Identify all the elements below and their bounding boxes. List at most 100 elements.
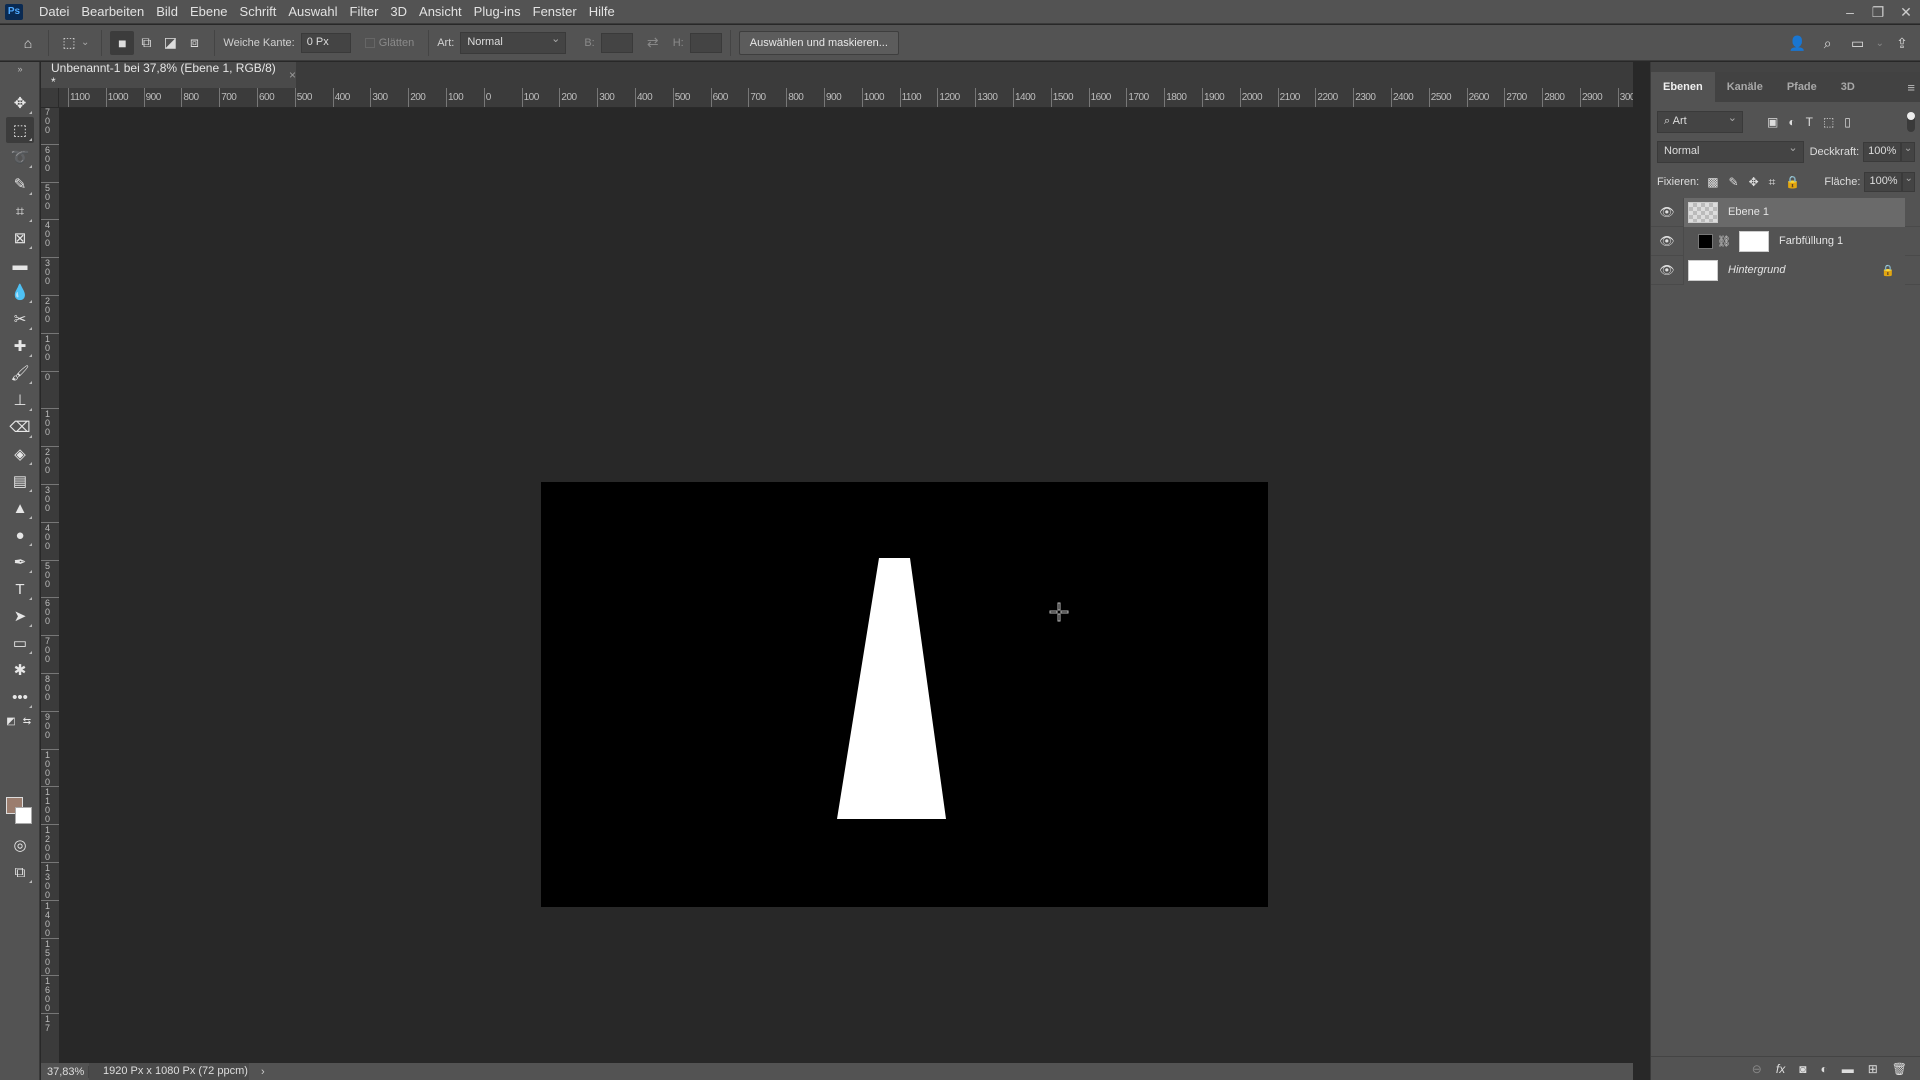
menu-fenster[interactable]: Fenster (527, 0, 583, 24)
quick-mask-icon[interactable]: ◎ (6, 832, 34, 858)
quick-selection-tool-icon[interactable]: ✎ (6, 171, 34, 197)
layer-row[interactable]: 👁 Hintergrund 🔒 (1651, 255, 1920, 285)
type-tool-icon[interactable]: T (6, 576, 34, 602)
brush-tool-icon[interactable]: 🖌 (6, 360, 34, 386)
eyedropper-tool-icon[interactable]: 💧 (6, 279, 34, 305)
layer-row[interactable]: 👁 ⛓ Farbfüllung 1 (1651, 226, 1920, 256)
rectangular-marquee-tool-icon[interactable]: ⬚ (6, 117, 34, 143)
menu-ebene[interactable]: Ebene (184, 0, 234, 24)
export-share-icon[interactable]: ⇪ (1890, 31, 1914, 55)
paint-bucket-tool-icon[interactable]: ◈ (6, 441, 34, 467)
rectangle-tool-icon[interactable]: ▭ (6, 630, 34, 656)
filter-shape-icon[interactable]: ⬚ (1823, 115, 1834, 129)
close-document-icon[interactable]: × (289, 68, 296, 82)
default-colors-icon[interactable]: ◩ (4, 714, 18, 728)
link-chain-icon[interactable]: ⛓ (1717, 235, 1731, 248)
clone-stamp-tool-icon[interactable]: ⊥ (6, 387, 34, 413)
select-and-mask-button[interactable]: Auswählen und maskieren... (738, 30, 899, 55)
menu-plugins[interactable]: Plug-ins (468, 0, 527, 24)
path-selection-tool-icon[interactable]: ➤ (6, 603, 34, 629)
menu-3d[interactable]: 3D (384, 0, 413, 24)
minimize-button[interactable]: – (1836, 0, 1864, 24)
background-color-swatch[interactable] (15, 807, 32, 824)
ruler-corner[interactable] (41, 88, 59, 108)
dodge-tool-icon[interactable]: ● (6, 522, 34, 548)
eraser-tool-icon[interactable]: ⌫ (6, 414, 34, 440)
visibility-eye-icon[interactable]: 👁 (1651, 234, 1683, 248)
visibility-eye-icon[interactable]: 👁 (1651, 205, 1683, 219)
feather-input[interactable]: 0 Px (300, 32, 351, 53)
fill-input[interactable]: 100% (1864, 172, 1903, 192)
gradient-tool-icon[interactable]: ▤ (6, 468, 34, 494)
menu-bearbeiten[interactable]: Bearbeiten (75, 0, 150, 24)
menu-datei[interactable]: Datei (33, 0, 75, 24)
collapse-icon[interactable]: » (6, 64, 34, 74)
zoom-level[interactable]: 37,83% (41, 1065, 89, 1078)
opacity-input[interactable]: 100% (1863, 142, 1902, 162)
workspace-icon[interactable]: ▭ (1846, 31, 1870, 55)
share-user-icon[interactable]: 👤 (1786, 31, 1810, 55)
puppet-warp-icon[interactable]: ✱ (6, 657, 34, 683)
lock-artboard-icon[interactable]: ⌗ (1769, 175, 1776, 190)
pen-tool-icon[interactable]: ✒ (6, 549, 34, 575)
filter-pixel-icon[interactable]: ▣ (1767, 115, 1778, 129)
home-icon[interactable]: ⌂ (16, 31, 40, 55)
document-tab[interactable]: Unbenannt-1 bei 37,8% (Ebene 1, RGB/8) *… (41, 61, 296, 89)
screen-mode-icon[interactable]: ⧉ (6, 859, 34, 885)
move-tool-icon[interactable]: ✥ (6, 90, 34, 116)
chevron-down-icon[interactable]: ⌄ (1876, 38, 1884, 49)
swap-colors-icon[interactable]: ⇆ (20, 714, 34, 728)
new-group-icon[interactable]: ▬ (1842, 1062, 1854, 1076)
lasso-tool-icon[interactable]: ➰ (6, 144, 34, 170)
intersect-selection-icon[interactable]: ⧈ (182, 31, 206, 55)
marquee-preset-icon[interactable]: ⬚ (57, 31, 81, 55)
new-layer-icon[interactable]: ⊞ (1868, 1062, 1878, 1076)
menu-hilfe[interactable]: Hilfe (583, 0, 621, 24)
panel-collapse-bar[interactable] (1651, 62, 1920, 72)
layer-row[interactable]: 👁 Ebene 1 (1651, 197, 1920, 227)
lock-icon[interactable]: 🔒 (1881, 264, 1895, 277)
style-select[interactable]: Normal (460, 31, 567, 54)
link-layers-icon[interactable]: ⊖ (1752, 1062, 1762, 1076)
tab-pfade[interactable]: Pfade (1775, 72, 1829, 102)
add-selection-icon[interactable]: ⧉ (134, 31, 158, 55)
filter-smartobject-icon[interactable]: ▯ (1844, 115, 1851, 129)
healing-brush-tool-icon[interactable]: ✚ (6, 333, 34, 359)
width-input[interactable] (600, 32, 633, 53)
chevron-down-icon[interactable]: ⌄ (81, 37, 89, 48)
antialias-checkbox[interactable] (364, 37, 375, 48)
add-mask-icon[interactable]: ◙ (1799, 1062, 1806, 1076)
fx-icon[interactable]: fx (1776, 1062, 1785, 1076)
lock-transparency-icon[interactable]: ▩ (1707, 175, 1718, 190)
ruler-tool-icon[interactable]: ▬ (6, 252, 34, 278)
fill-dropdown-icon[interactable]: ⌄ (1902, 172, 1915, 192)
new-selection-icon[interactable]: ■ (110, 30, 135, 55)
tab-3d[interactable]: 3D (1829, 72, 1867, 102)
restore-button[interactable]: ❐ (1864, 0, 1892, 24)
close-window-button[interactable]: ✕ (1892, 0, 1920, 24)
fill-color-thumbnail[interactable] (1698, 233, 1713, 249)
lock-pixels-icon[interactable]: ✎ (1729, 175, 1739, 190)
lock-position-icon[interactable]: ✥ (1749, 175, 1759, 190)
filter-adjustment-icon[interactable]: ◐ (1788, 115, 1795, 129)
visibility-eye-icon[interactable]: 👁 (1651, 263, 1683, 277)
layer-filter-select[interactable]: ⌕ Art (1657, 111, 1743, 133)
vertical-ruler[interactable]: 700 600 500 400 300 200 100 0 100 200 300 400 500 600… (41, 108, 59, 1063)
status-menu-arrow-icon[interactable]: › (261, 1066, 265, 1078)
tab-ebenen[interactable]: Ebenen (1651, 72, 1715, 102)
layer-name[interactable]: Farbfüllung 1 (1779, 235, 1843, 247)
layer-mask-thumbnail[interactable] (1738, 230, 1769, 252)
lock-all-icon[interactable]: 🔒 (1785, 175, 1800, 190)
search-icon[interactable]: ⌕ (1816, 31, 1840, 55)
filter-type-icon[interactable]: T (1806, 115, 1813, 129)
layer-name[interactable]: Ebene 1 (1728, 206, 1769, 218)
filter-toggle[interactable] (1907, 112, 1915, 132)
subtract-selection-icon[interactable]: ◪ (158, 31, 182, 55)
layer-name[interactable]: Hintergrund (1728, 264, 1785, 276)
opacity-dropdown-icon[interactable]: ⌄ (1901, 142, 1915, 162)
blur-tool-icon[interactable]: ▲ (6, 495, 34, 521)
more-tools-icon[interactable]: ••• (6, 684, 34, 710)
delete-layer-icon[interactable]: 🗑 (1892, 1062, 1907, 1076)
menu-filter[interactable]: Filter (344, 0, 385, 24)
menu-bild[interactable]: Bild (150, 0, 184, 24)
